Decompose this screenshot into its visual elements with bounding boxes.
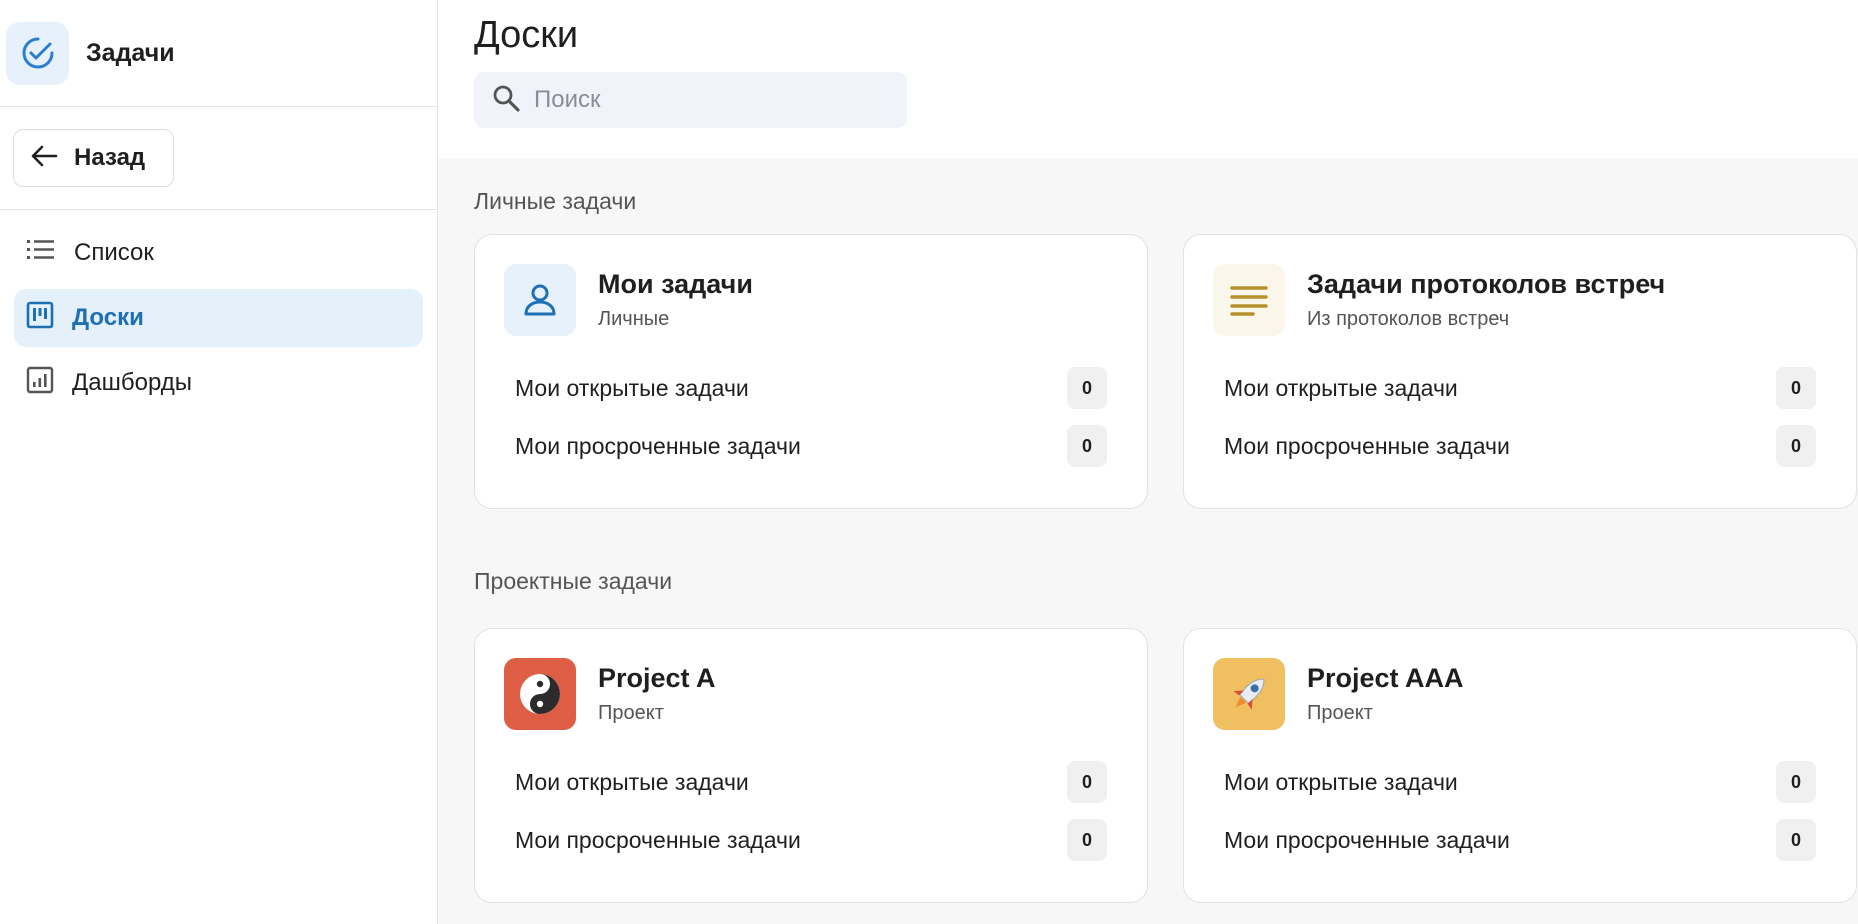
back-button[interactable]: Назад — [13, 129, 174, 187]
stat-label: Мои просроченные задачи — [1224, 432, 1510, 459]
boards-content: Личные задачи Мои задачи Личные Мои откр… — [438, 158, 1858, 924]
sidebar-nav: Список Доски Дашборды — [0, 210, 437, 412]
stat-count: 0 — [1067, 367, 1107, 409]
stat-count: 0 — [1067, 819, 1107, 861]
person-icon — [504, 264, 576, 336]
board-card-project-aaa[interactable]: Project AAA Проект Мои открытые задачи 0… — [1183, 628, 1857, 903]
app-brand: Задачи — [0, 0, 437, 107]
section-title: Проектные задачи — [474, 568, 673, 594]
search-icon — [492, 84, 520, 117]
card-title: Project AAA — [1307, 663, 1464, 693]
stat-count: 0 — [1776, 761, 1816, 803]
stat-row[interactable]: Мои просроченные задачи 0 — [1224, 425, 1816, 467]
stat-row[interactable]: Мои открытые задачи 0 — [515, 761, 1107, 803]
board-card-project-a[interactable]: Project A Проект Мои открытые задачи 0 М… — [474, 628, 1148, 903]
list-icon — [26, 237, 56, 270]
page-title: Доски — [474, 14, 579, 56]
app-title: Задачи — [86, 38, 175, 67]
card-title: Мои задачи — [598, 269, 753, 299]
sidebar-item-label: Список — [74, 239, 154, 266]
search-input[interactable] — [534, 86, 874, 114]
sidebar-item-label: Дашборды — [72, 369, 192, 396]
card-subtitle: Личные — [598, 308, 670, 330]
arrow-left-icon — [30, 144, 58, 173]
sidebar-item-dashboards[interactable]: Дашборды — [14, 354, 423, 412]
stat-row[interactable]: Мои открытые задачи 0 — [1224, 367, 1816, 409]
stat-row[interactable]: Мои просроченные задачи 0 — [515, 425, 1107, 467]
yin-yang-icon — [504, 658, 576, 730]
stat-count: 0 — [1067, 425, 1107, 467]
stat-label: Мои просроченные задачи — [515, 826, 801, 853]
stat-label: Мои просроченные задачи — [515, 432, 801, 459]
back-label: Назад — [74, 144, 146, 171]
board-icon — [26, 301, 54, 336]
stat-row[interactable]: Мои просроченные задачи 0 — [515, 819, 1107, 861]
dashboard-icon — [26, 366, 54, 401]
stat-count: 0 — [1776, 425, 1816, 467]
stat-count: 0 — [1776, 367, 1816, 409]
check-circle-icon — [6, 21, 69, 85]
stat-label: Мои открытые задачи — [1224, 768, 1458, 795]
stat-row[interactable]: Мои открытые задачи 0 — [515, 367, 1107, 409]
stat-label: Мои просроченные задачи — [1224, 826, 1510, 853]
main-content: Доски Личные задачи — [438, 0, 1858, 924]
card-title: Задачи протоколов встреч — [1307, 269, 1666, 299]
search-box — [474, 72, 907, 128]
stat-count: 0 — [1067, 761, 1107, 803]
card-subtitle: Из протоколов встреч — [1307, 308, 1510, 330]
stat-row[interactable]: Мои открытые задачи 0 — [1224, 761, 1816, 803]
sidebar-item-label: Доски — [72, 304, 144, 331]
section-title: Личные задачи — [474, 188, 637, 214]
stat-label: Мои открытые задачи — [515, 374, 749, 401]
card-subtitle: Проект — [1307, 702, 1373, 724]
sidebar-item-list[interactable]: Список — [14, 224, 423, 282]
board-card-meeting-tasks[interactable]: Задачи протоколов встреч Из протоколов в… — [1183, 234, 1857, 509]
stat-count: 0 — [1776, 819, 1816, 861]
rocket-icon — [1213, 658, 1285, 730]
card-subtitle: Проект — [598, 702, 664, 724]
sidebar-item-boards[interactable]: Доски — [14, 289, 423, 347]
sidebar: Задачи Назад Список Доски Дашборды — [0, 0, 438, 924]
stat-label: Мои открытые задачи — [515, 768, 749, 795]
card-title: Project A — [598, 663, 716, 693]
stat-label: Мои открытые задачи — [1224, 374, 1458, 401]
board-card-my-tasks[interactable]: Мои задачи Личные Мои открытые задачи 0 … — [474, 234, 1148, 509]
stat-row[interactable]: Мои просроченные задачи 0 — [1224, 819, 1816, 861]
lines-icon — [1213, 264, 1285, 336]
